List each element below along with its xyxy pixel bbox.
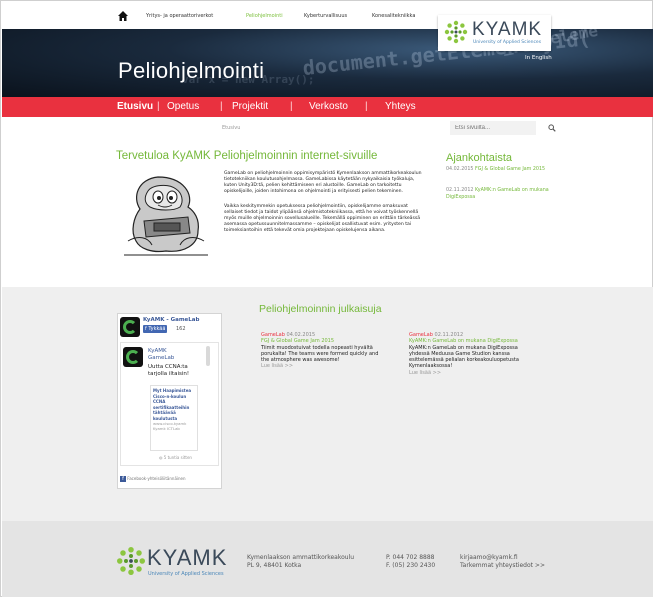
publications-section (2, 287, 653, 521)
menu-item-home[interactable]: Etusivu (117, 101, 153, 112)
footer-phones: P. 044 702 8888 F. (05) 230 2430 (386, 554, 435, 570)
post-author[interactable]: KyAMK GameLab (148, 348, 178, 362)
publication-item[interactable]: GameLab 02.11.2012 KyAMK:n GameLab on mu… (409, 332, 544, 376)
paragraph-line: toimeksiantoihin että tekevät omia proje… (224, 228, 386, 233)
footer-contact: kirjaamo@kyamk.fi Tarkemmat yhteystiedot… (460, 554, 545, 570)
home-icon[interactable] (117, 10, 129, 22)
main-menu: Etusivu | Opetus | Projektit | Verkosto … (2, 97, 653, 117)
search-icon[interactable] (548, 124, 556, 132)
facebook-feed[interactable]: KyAMK GameLab Uutta CCNA:ta tarjolla ilt… (120, 342, 219, 466)
welcome-paragraph-2: Vaikka keskitymmekin opetuksessa peliohj… (224, 204, 439, 234)
menu-separator: | (220, 101, 223, 112)
news-date: 02.11.2012 (446, 188, 474, 193)
news-item[interactable]: 04.02.2015 FGJ & Global Game Jam 2015 (446, 167, 561, 174)
publications-heading: Peliohjelmoinnin julkaisuja (259, 303, 382, 315)
menu-item-network[interactable]: Verkosto (309, 101, 348, 112)
footer-logo-flower-icon (117, 547, 145, 575)
post-author-avatar[interactable] (123, 347, 143, 367)
news-heading: Ajankohtaista (446, 152, 513, 164)
footer-fax: F. (05) 230 2430 (386, 562, 436, 569)
pub-read-more-link[interactable]: Lue lisää >> (261, 363, 396, 369)
pub-read-more-link[interactable]: Lue lisää >> (409, 370, 544, 376)
menu-separator: | (365, 101, 368, 112)
welcome-heading: Tervetuloa KyAMK Peliohjelmoinnin intern… (116, 150, 378, 162)
post-time-text: 5 tuntia sitten (163, 455, 192, 460)
pub-date: 04.02.2015 (286, 332, 316, 338)
footer-address-line: PL 9, 48401 Kotka (247, 562, 302, 569)
top-nav-item-game-programming[interactable]: Peliohjelmointi (246, 13, 283, 19)
footer-address-line: Kymenlaakson ammattikorkeakoulu (247, 554, 355, 561)
gamer-illustration (118, 171, 214, 259)
menu-item-projects[interactable]: Projektit (232, 101, 268, 112)
logo-subtitle: University of Applied Sciences (473, 40, 542, 45)
pub-source: GameLab (261, 332, 285, 338)
footer-phone: P. 044 702 8888 (386, 554, 435, 561)
post-text: Uutta CCNA:ta tarjolla iltaisin! (148, 364, 190, 377)
menu-separator: | (290, 101, 293, 112)
post-link-card[interactable]: Myt Haapimistea Cisco-n-koulun CCNA sert… (150, 385, 198, 451)
facebook-like-button[interactable]: f Tykkää (143, 325, 168, 333)
footer-logo-subtitle: University of Applied Sciences (148, 571, 224, 577)
search-input[interactable] (450, 121, 536, 135)
link-source: Kyamk ICTLab (153, 426, 180, 431)
hero-banner: document.getElementById( _all.eleme var … (2, 29, 653, 97)
facebook-page-name[interactable]: KyAMK - GameLab (143, 317, 199, 323)
kyamk-logo[interactable]: KYAMK University of Applied Sciences (438, 15, 551, 51)
facebook-widget: KyAMK - GameLab f Tykkää 162 KyAMK GameL… (117, 313, 222, 489)
feed-scrollbar[interactable] (206, 346, 210, 366)
page: Yritys- ja operaattoriverkot Peliohjelmo… (0, 0, 653, 597)
welcome-paragraph-1: GameLab on peliohjelmoinnin oppimisympär… (224, 171, 439, 195)
news-date: 04.02.2015 (446, 167, 474, 172)
pub-source: GameLab (409, 332, 433, 338)
language-link[interactable]: In English (525, 55, 552, 61)
paragraph-line: opiskelijoille, joiden intohimona on ohj… (224, 189, 403, 194)
publication-item[interactable]: GameLab 04.02.2015 FGJ & Global Game Jam… (261, 332, 396, 370)
top-nav: Yritys- ja operaattoriverkot Peliohjelmo… (1, 1, 652, 51)
footer-logo-wordmark[interactable]: KYAMK (147, 545, 227, 571)
menu-item-teaching[interactable]: Opetus (167, 101, 199, 112)
link-title[interactable]: Myt Haapimistea Cisco-n-koulun CCNA sert… (153, 388, 195, 421)
like-count: 162 (176, 326, 186, 332)
footer-email-link[interactable]: kirjaamo@kyamk.fi (460, 554, 545, 562)
pub-date: 02.11.2012 (434, 332, 464, 338)
footer-address: Kymenlaakson ammattikorkeakoulu PL 9, 48… (247, 554, 354, 570)
gamelab-avatar[interactable] (120, 317, 140, 337)
footer-contact-details-link[interactable]: Tarkemmat yhteystiedot >> (460, 562, 545, 570)
menu-separator: | (157, 101, 160, 112)
facebook-icon: f (120, 476, 126, 482)
top-nav-item-cybersecurity[interactable]: Kyberturvallisuus (304, 13, 347, 19)
facebook-footer-text: Facebook-yhteisöliitännäinen (127, 476, 186, 481)
post-time: ◍ 5 tuntia sitten (159, 455, 192, 460)
top-nav-item-networks[interactable]: Yritys- ja operaattoriverkot (146, 13, 213, 19)
menu-item-contact[interactable]: Yhteys (385, 101, 416, 112)
like-label: Tykkää (148, 326, 166, 332)
logo-flower-icon (444, 20, 468, 44)
news-title-link[interactable]: FGJ & Global Game Jam 2015 (475, 167, 545, 172)
facebook-footer[interactable]: f Facebook-yhteisöliitännäinen (120, 476, 186, 482)
top-nav-item-datacenter[interactable]: Konesalitekniikka (372, 13, 415, 19)
logo-wordmark: KYAMK (472, 19, 543, 40)
hero-title: Peliohjelmointi (118, 58, 265, 83)
news-item[interactable]: 02.11.2012 KyAMK:n GameLab on mukana Dig… (446, 188, 561, 201)
breadcrumb[interactable]: Etusivu (222, 125, 240, 131)
